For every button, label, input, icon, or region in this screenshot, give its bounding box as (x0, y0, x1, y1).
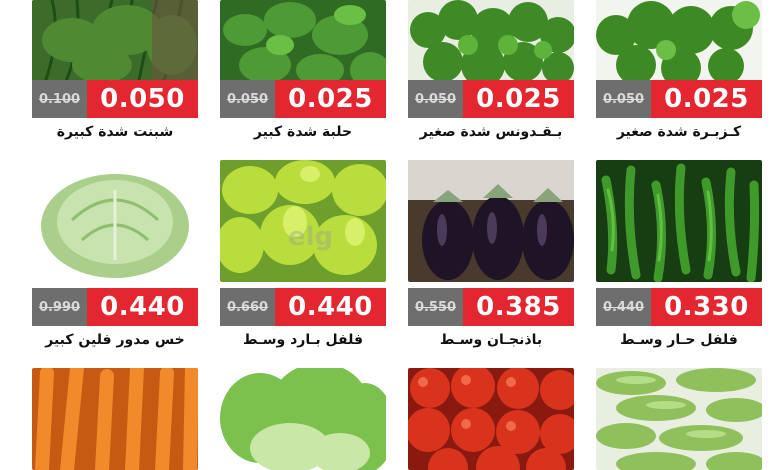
hot-pepper-photo (596, 160, 762, 282)
product-card-eggplant[interactable]: 0.550 0.385 باذنجـان وسـط (408, 160, 574, 348)
product-card-hot-pepper[interactable]: 0.440 0.330 فلفل حـار وسـط (596, 160, 762, 348)
new-price: 0.330 (651, 288, 762, 326)
product-name: خس مدور فلين كبير (45, 332, 185, 348)
carrot-photo (32, 368, 198, 470)
product-name: باذنجـان وسـط (439, 332, 543, 348)
new-price: 0.440 (87, 288, 198, 326)
product-card-tomato[interactable] (408, 368, 574, 470)
product-card-zucchini[interactable] (596, 368, 762, 470)
fenugreek-photo (220, 0, 386, 90)
product-card-sweet-pepper[interactable]: 0.660 0.440 فلفل بـارد وسـط (220, 160, 386, 348)
eggplant-photo (408, 160, 574, 282)
old-price: 0.050 (220, 80, 275, 118)
tomato-photo (408, 368, 574, 470)
zucchini-photo (596, 368, 762, 470)
new-price: 0.385 (463, 288, 574, 326)
product-card-carrot[interactable] (32, 368, 198, 470)
dill-photo (32, 0, 198, 90)
product-name: كـزبـرة شدة صغير (616, 124, 742, 140)
new-price: 0.025 (275, 80, 386, 118)
new-price: 0.440 (275, 288, 386, 326)
old-price: 0.990 (32, 288, 87, 326)
product-card-coriander[interactable]: 0.050 0.025 كـزبـرة شدة صغير (596, 0, 762, 140)
product-name: شبنت شدة كبيرة (56, 124, 174, 140)
product-card-romaine[interactable] (220, 368, 386, 470)
sweet-pepper-photo (220, 160, 386, 282)
product-name: حلبة شدة كبير (253, 124, 353, 140)
new-price: 0.025 (651, 80, 762, 118)
product-card-fenugreek[interactable]: 0.050 0.025 حلبة شدة كبير (220, 0, 386, 140)
product-card-parsley[interactable]: 0.050 0.025 بـقـدونس شدة صغير (408, 0, 574, 140)
new-price: 0.025 (463, 80, 574, 118)
product-name: فلفل حـار وسـط (620, 332, 738, 348)
product-card-dill[interactable]: 0.100 0.050 شبنت شدة كبيرة (32, 0, 198, 140)
old-price: 0.100 (32, 80, 87, 118)
lettuce-photo (32, 160, 198, 282)
coriander-photo (596, 0, 762, 90)
old-price: 0.050 (408, 80, 463, 118)
old-price: 0.440 (596, 288, 651, 326)
romaine-photo (220, 368, 386, 470)
old-price: 0.660 (220, 288, 275, 326)
product-name: فلفل بـارد وسـط (243, 332, 363, 348)
new-price: 0.050 (87, 80, 198, 118)
old-price: 0.550 (408, 288, 463, 326)
product-name: بـقـدونس شدة صغير (419, 124, 563, 140)
product-card-lettuce[interactable]: 0.990 0.440 خس مدور فلين كبير (32, 160, 198, 348)
old-price: 0.050 (596, 80, 651, 118)
parsley-photo (408, 0, 574, 90)
